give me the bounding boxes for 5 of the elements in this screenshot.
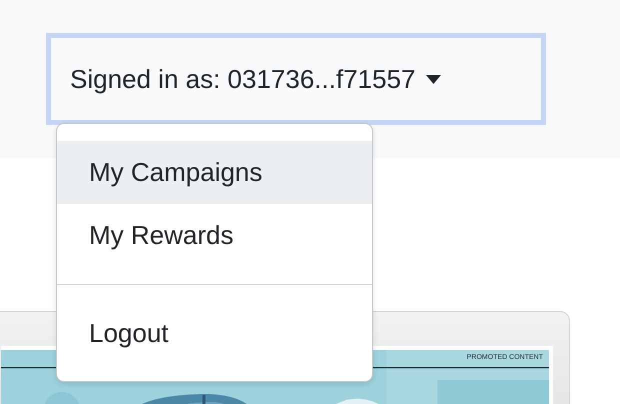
- menu-item[interactable]: My Campaigns: [57, 141, 372, 204]
- menu-item[interactable]: Logout: [57, 302, 372, 365]
- menu-item[interactable]: My Rewards: [57, 204, 372, 267]
- account-dropdown-button[interactable]: Signed in as: 031736...f71557: [51, 38, 541, 120]
- caret-icon: [426, 74, 441, 84]
